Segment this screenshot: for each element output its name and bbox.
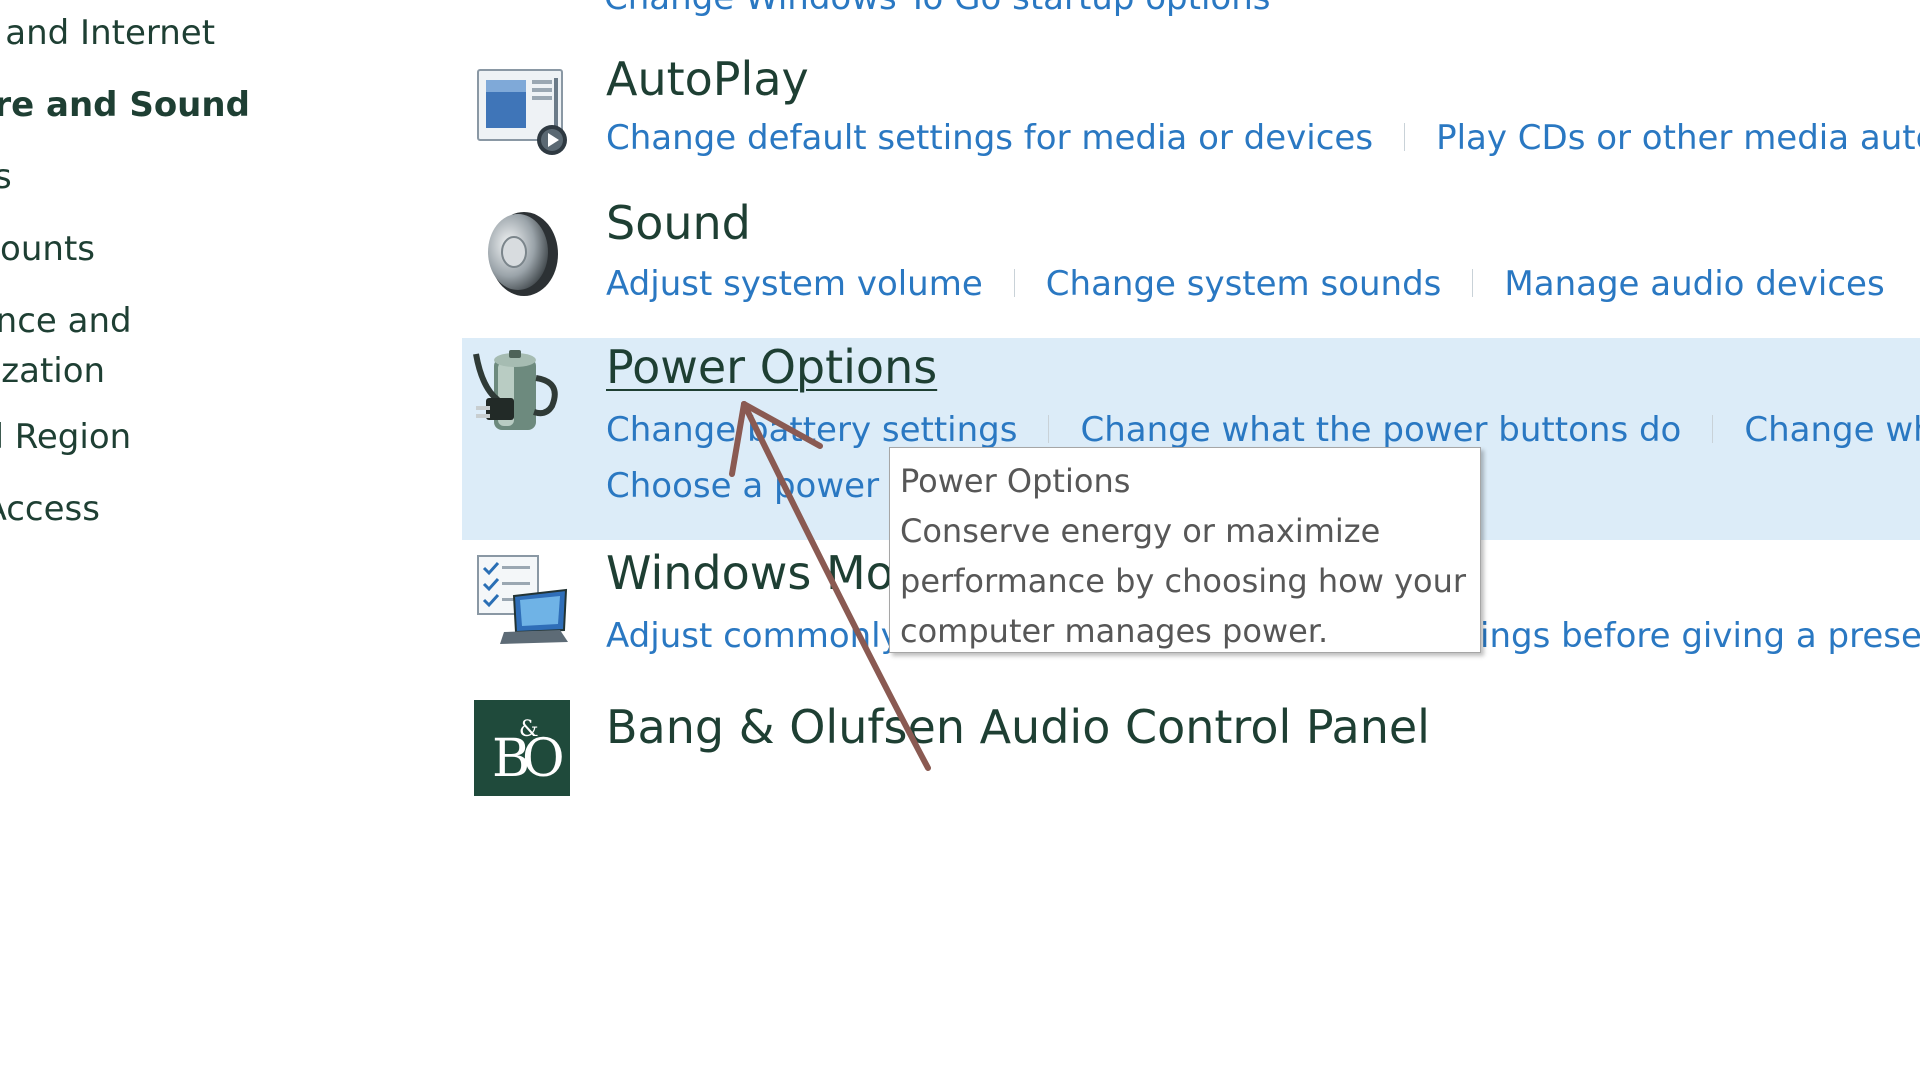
change-system-sounds-link[interactable]: Change system sounds <box>1046 264 1442 304</box>
manage-audio-devices-link[interactable]: Manage audio devices <box>1504 264 1884 304</box>
adjust-system-volume-link[interactable]: Adjust system volume <box>606 264 983 304</box>
sound-tasks: Adjust system volume Change system sounds… <box>606 264 1885 304</box>
link-separator <box>1048 415 1050 443</box>
windows-to-go-link[interactable]: Change Windows To Go startup options <box>604 0 1270 18</box>
power-options-title[interactable]: Power Options <box>606 340 937 394</box>
sound-title[interactable]: Sound <box>606 196 751 250</box>
sidebar-item-hardware-and-sound[interactable]: ware and Sound <box>0 80 250 130</box>
bang-olufsen-logo[interactable]: B O & <box>474 700 570 796</box>
tooltip-line-3: computer manages power. <box>900 612 1329 650</box>
sidebar-item-appearance-line1[interactable]: arance and <box>0 296 132 346</box>
power-tasks-row1: Change battery settings Change what the p… <box>606 410 1920 450</box>
link-separator <box>1404 123 1406 151</box>
sidebar-item-ease-of-access[interactable]: of Access <box>0 484 100 534</box>
tooltip-line-1: Conserve energy or maximize <box>900 512 1381 550</box>
sidebar-item-appearance-line2[interactable]: nalization <box>0 346 105 396</box>
sidebar-item-clock-and-region[interactable]: and Region <box>0 412 131 462</box>
presentation-settings-link[interactable]: ings before giving a present <box>1480 616 1920 656</box>
mobility-center-icon[interactable] <box>474 552 570 648</box>
change-battery-settings-link[interactable]: Change battery settings <box>606 410 1017 450</box>
bang-olufsen-title[interactable]: Bang & Olufsen Audio Control Panel <box>606 700 1430 754</box>
link-separator <box>1013 269 1015 297</box>
mobility-tasks-right: ings before giving a present <box>1480 616 1920 656</box>
play-cds-automatically-link[interactable]: Play CDs or other media automatic <box>1436 118 1920 158</box>
change-when-computer-sleeps-link[interactable]: Change when th <box>1744 410 1920 450</box>
power-options-tooltip: Power Options Conserve energy or maximiz… <box>889 447 1481 653</box>
link-separator <box>1712 415 1714 443</box>
link-separator <box>1472 269 1474 297</box>
control-panel-window: ork and Internet ware and Sound ams Acco… <box>0 0 1920 1080</box>
choose-power-plan-link[interactable]: Choose a power p <box>606 466 911 506</box>
autoplay-tasks: Change default settings for media or dev… <box>606 118 1920 158</box>
mobility-tasks-left: Adjust commonly <box>606 616 901 656</box>
power-tasks-row2: Choose a power p <box>606 466 911 506</box>
tooltip-line-2: performance by choosing how your <box>900 562 1467 600</box>
sidebar-item-user-accounts[interactable]: Accounts <box>0 224 95 274</box>
autoplay-icon[interactable] <box>474 64 570 160</box>
speaker-icon[interactable] <box>474 206 570 302</box>
sidebar-item-network-and-internet[interactable]: ork and Internet <box>0 8 215 58</box>
power-buttons-link[interactable]: Change what the power buttons do <box>1080 410 1681 450</box>
mobility-center-title[interactable]: Windows Mo <box>606 546 894 600</box>
sidebar-item-programs[interactable]: ams <box>0 152 12 202</box>
adjust-common-mobility-settings-link[interactable]: Adjust commonly <box>606 616 901 656</box>
autoplay-title[interactable]: AutoPlay <box>606 52 809 106</box>
tooltip-title: Power Options <box>900 462 1131 500</box>
change-default-media-settings-link[interactable]: Change default settings for media or dev… <box>606 118 1373 158</box>
battery-plug-icon[interactable] <box>472 348 568 444</box>
svg-text:&: & <box>519 717 539 742</box>
